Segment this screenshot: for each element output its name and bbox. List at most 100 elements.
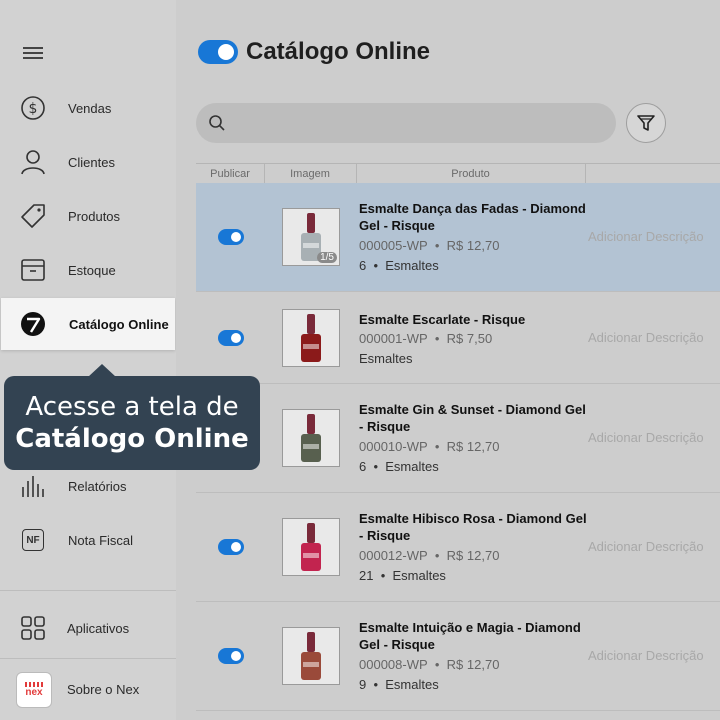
table-row[interactable]: 1/5 Esmalte Dança das Fadas - Diamond Gel… — [196, 183, 720, 292]
product-name[interactable]: Esmalte Hibisco Rosa - Diamond Gel - Ris… — [359, 510, 591, 544]
sidebar-item-label: Estoque — [68, 262, 116, 278]
product-meta: 000008-WP • R$ 12,70 — [359, 657, 499, 672]
table-row[interactable]: Esmalte Gin & Sunset - Diamond Gel - Ris… — [196, 384, 720, 493]
nf-icon: NF — [22, 529, 44, 551]
sidebar-item-label: Relatórios — [68, 478, 127, 494]
sidebar-divider — [0, 590, 176, 591]
separator-dot: • — [366, 677, 386, 692]
add-description-link[interactable]: Adicionar Descrição — [588, 330, 704, 345]
filter-button[interactable] — [626, 103, 666, 143]
product-image[interactable] — [282, 518, 340, 576]
sidebar-item-label: Produtos — [68, 208, 121, 224]
product-category: Esmaltes — [392, 568, 446, 583]
add-description-link[interactable]: Adicionar Descrição — [588, 430, 704, 445]
sidebar-item-clientes[interactable]: Clientes — [0, 135, 176, 189]
nail-polish-image — [301, 523, 321, 571]
product-code: 000008-WP — [359, 657, 428, 672]
sidebar-item-catalogo-online[interactable]: Catálogo Online — [1, 298, 175, 350]
catalog-icon — [20, 311, 46, 337]
product-meta: 000010-WP • R$ 12,70 — [359, 439, 499, 454]
product-stock-category: Esmaltes — [359, 351, 412, 366]
product-name[interactable]: Esmalte Dança das Fadas - Diamond Gel - … — [359, 200, 591, 234]
sidebar-item-label: Aplicativos — [67, 620, 130, 636]
tooltip-line-1: Acesse a tela de — [25, 392, 239, 422]
page-title: Catálogo Online — [246, 38, 431, 65]
table-header: Publicar Imagem Produto — [196, 163, 720, 184]
nex-logo-icon: nex — [16, 672, 52, 708]
column-header-produto[interactable]: Produto — [356, 164, 586, 183]
table-row[interactable]: Esmalte Escarlate - Risque 000001-WP • R$… — [196, 293, 720, 384]
nail-polish-image — [301, 632, 321, 680]
product-code: 000010-WP — [359, 439, 428, 454]
product-stock-category: 6 • Esmaltes — [359, 258, 439, 273]
nf-badge-text: NF — [26, 534, 40, 546]
catalog-enabled-toggle[interactable] — [198, 40, 238, 64]
svg-text:$: $ — [29, 101, 38, 117]
onboarding-tooltip: Acesse a tela de Catálogo Online — [4, 364, 260, 470]
box-icon — [20, 257, 46, 283]
product-price: R$ 12,70 — [446, 439, 500, 454]
product-category: Esmaltes — [385, 677, 439, 692]
product-price: R$ 7,50 — [446, 331, 493, 346]
sidebar-item-label: Vendas — [68, 100, 112, 116]
product-price: R$ 12,70 — [446, 238, 500, 253]
add-description-link[interactable]: Adicionar Descrição — [588, 539, 704, 554]
product-meta: 000012-WP • R$ 12,70 — [359, 548, 499, 563]
product-code: 000001-WP — [359, 331, 428, 346]
product-name[interactable]: Esmalte Gin & Sunset - Diamond Gel - Ris… — [359, 401, 591, 435]
table-row[interactable]: Esmalte Hibisco Rosa - Diamond Gel - Ris… — [196, 493, 720, 602]
product-name[interactable]: Esmalte Escarlate - Risque — [359, 311, 591, 328]
product-price: R$ 12,70 — [446, 548, 500, 563]
sidebar: $ Vendas Clientes Produtos Estoque Catál… — [0, 0, 176, 720]
sidebar-item-label: Nota Fiscal — [68, 532, 134, 548]
sidebar-item-aplicativos[interactable]: Aplicativos — [0, 601, 176, 655]
sidebar-item-produtos[interactable]: Produtos — [0, 189, 176, 243]
add-description-link[interactable]: Adicionar Descrição — [588, 229, 704, 244]
publish-toggle[interactable] — [218, 330, 244, 346]
product-code: 000012-WP — [359, 548, 428, 563]
product-category: Esmaltes — [385, 258, 439, 273]
sidebar-item-nota-fiscal[interactable]: NF Nota Fiscal — [0, 513, 176, 567]
product-image[interactable] — [282, 309, 340, 367]
product-stock-category: 21 • Esmaltes — [359, 568, 446, 583]
bar-chart-icon — [20, 473, 46, 499]
nail-polish-image — [301, 314, 321, 362]
image-count-badge: 1/5 — [317, 252, 337, 263]
sidebar-item-vendas[interactable]: $ Vendas — [0, 81, 176, 135]
menu-icon[interactable] — [22, 44, 44, 62]
search-icon — [209, 115, 225, 131]
publish-toggle[interactable] — [218, 539, 244, 555]
separator-dot: • — [427, 548, 447, 563]
dollar-circle-icon: $ — [20, 95, 46, 121]
product-image[interactable]: 1/5 — [282, 208, 340, 266]
separator-dot: • — [427, 238, 447, 253]
sidebar-item-estoque[interactable]: Estoque — [0, 243, 176, 297]
column-header-publicar[interactable]: Publicar — [196, 164, 265, 183]
publish-toggle[interactable] — [218, 229, 244, 245]
product-image[interactable] — [282, 409, 340, 467]
product-category: Esmaltes — [385, 459, 439, 474]
main-content: Catálogo Online Publicar Imagem Produto … — [176, 0, 720, 720]
product-image[interactable] — [282, 627, 340, 685]
product-stock: 21 — [359, 568, 374, 583]
column-header-imagem[interactable]: Imagem — [264, 164, 357, 183]
separator-dot: • — [427, 439, 447, 454]
separator-dot: • — [373, 568, 393, 583]
table-row[interactable]: Esmalte Intuição e Magia - Diamond Gel -… — [196, 602, 720, 711]
product-stock-category: 9 • Esmaltes — [359, 677, 439, 692]
product-price: R$ 12,70 — [446, 657, 500, 672]
separator-dot: • — [427, 331, 447, 346]
tag-icon — [20, 203, 46, 229]
user-icon — [20, 149, 46, 175]
tooltip-line-2: Catálogo Online — [15, 424, 249, 454]
product-meta: 000001-WP • R$ 7,50 — [359, 331, 492, 346]
product-name[interactable]: Esmalte Intuição e Magia - Diamond Gel -… — [359, 619, 591, 653]
add-description-link[interactable]: Adicionar Descrição — [588, 648, 704, 663]
separator-dot: • — [427, 657, 447, 672]
filter-icon — [637, 115, 655, 131]
product-code: 000005-WP — [359, 238, 428, 253]
publish-toggle[interactable] — [218, 648, 244, 664]
grid-icon — [20, 615, 46, 641]
search-input[interactable] — [196, 103, 616, 143]
sidebar-item-sobre-o-nex[interactable]: nex Sobre o Nex — [0, 662, 176, 716]
